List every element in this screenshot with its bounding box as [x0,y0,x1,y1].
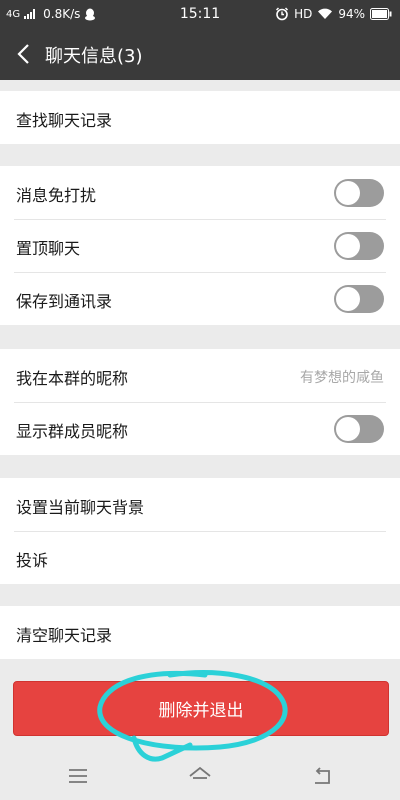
mute-label: 消息免打扰 [16,186,97,205]
mute-row: 消息免打扰 [0,166,400,219]
battery-icon [370,8,392,20]
toggle-knob [336,287,360,311]
hd-label: HD [294,7,313,21]
nickname-row[interactable]: 我在本群的昵称 有梦想的咸鱼 [0,349,400,402]
save-contacts-row: 保存到通讯录 [0,272,400,325]
chat-settings-group: 消息免打扰 置顶聊天 保存到通讯录 [0,166,400,325]
show-names-label: 显示群成员昵称 [16,422,129,441]
nickname-value: 有梦想的咸鱼 [300,370,384,386]
save-contacts-label: 保存到通讯录 [16,292,113,311]
save-contacts-toggle[interactable] [334,285,384,313]
clear-history-row[interactable]: 清空聊天记录 [0,606,400,659]
clear-group: 清空聊天记录 [0,606,400,659]
alarm-icon [276,7,289,21]
search-history-row[interactable]: 查找聊天记录 [0,91,400,144]
delete-exit-button[interactable]: 删除并退出 [13,681,389,736]
misc-group: 设置当前聊天背景 投诉 [0,478,400,584]
battery-percent: 94% [338,7,365,21]
system-nav-bar [0,752,400,800]
toggle-knob [336,417,360,441]
search-group: 查找聊天记录 [0,91,400,144]
status-right: HD 94% [275,7,392,21]
toggle-knob [336,181,360,205]
search-history-label: 查找聊天记录 [16,111,113,130]
nav-bar: 聊天信息(3) [0,30,400,80]
wifi-icon [318,8,333,19]
menu-icon[interactable] [66,764,90,788]
clear-history-label: 清空聊天记录 [16,626,113,645]
nickname-label: 我在本群的昵称 [16,369,129,388]
toggle-knob [336,234,360,258]
report-label: 投诉 [16,551,49,570]
background-row[interactable]: 设置当前聊天背景 [0,478,400,531]
pin-label: 置顶聊天 [16,239,81,258]
back-arrow-icon[interactable] [14,42,34,66]
background-label: 设置当前聊天背景 [16,498,145,517]
pin-row: 置顶聊天 [0,219,400,272]
status-bar: 4G 0.8K/s 15:11 HD 94% [0,0,400,30]
mute-toggle[interactable] [334,179,384,207]
show-names-toggle[interactable] [334,415,384,443]
profile-group: 我在本群的昵称 有梦想的咸鱼 显示群成员昵称 [0,349,400,455]
report-row[interactable]: 投诉 [0,531,400,584]
home-icon[interactable] [188,764,212,788]
show-names-row: 显示群成员昵称 [0,402,400,455]
pin-toggle[interactable] [334,232,384,260]
page-title: 聊天信息(3) [45,46,143,67]
back-nav-icon[interactable] [310,764,334,788]
